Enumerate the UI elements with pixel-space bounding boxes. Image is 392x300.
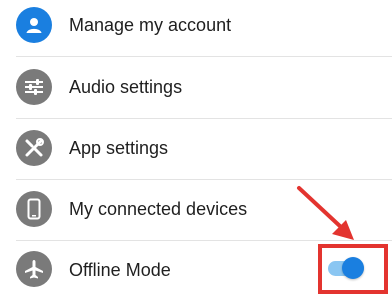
menu-item-label: App settings [69,138,169,158]
menu-item-app-settings[interactable]: App settings [0,119,392,180]
arrow-annotation [297,186,354,240]
sliders-icon [16,69,52,105]
highlight-box [318,244,388,294]
tools-icon [16,130,52,166]
settings-screen: Manage my account Audio settings App set… [0,0,392,300]
menu-item-label: Audio settings [69,77,183,97]
menu-item-audio-settings[interactable]: Audio settings [0,57,392,118]
menu-item-label: My connected devices [69,199,248,219]
menu-item-label: Manage my account [69,15,232,35]
airplane-icon [16,251,52,287]
person-icon [16,7,52,43]
menu-item-label: Offline Mode [69,260,171,280]
menu-item-manage-account[interactable]: Manage my account [0,0,392,56]
phone-icon [16,191,52,227]
